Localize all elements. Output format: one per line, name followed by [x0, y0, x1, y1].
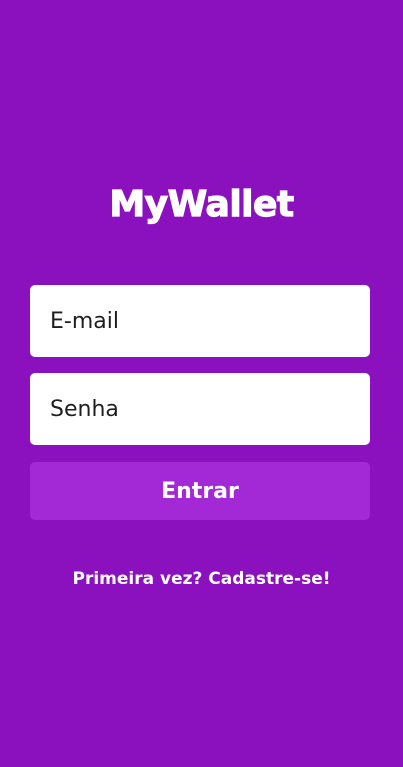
login-screen: MyWallet Entrar Primeira vez? Cadastre-s…: [0, 0, 403, 767]
app-logo: MyWallet: [109, 183, 295, 225]
password-field[interactable]: [30, 373, 370, 445]
signup-link[interactable]: Primeira vez? Cadastre-se!: [0, 567, 403, 591]
email-field[interactable]: [30, 285, 370, 357]
login-button[interactable]: Entrar: [30, 462, 370, 520]
